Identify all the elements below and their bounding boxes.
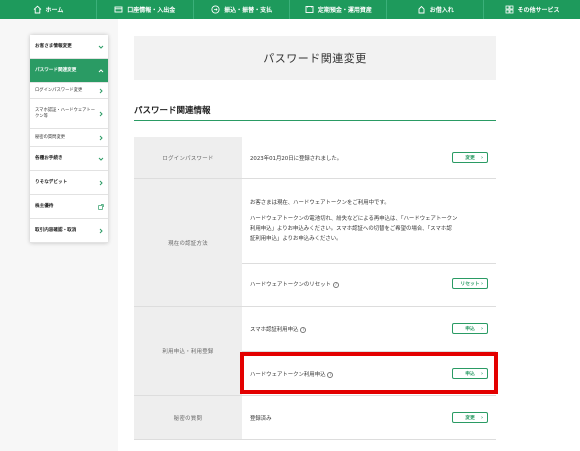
chevron-right-icon: ›: [480, 326, 483, 332]
services-icon: [505, 5, 514, 14]
sidebar-item-password[interactable]: パスワード関連変更: [30, 59, 108, 83]
transfer-icon: [211, 5, 220, 14]
secret-question-status: 登録済み: [250, 416, 272, 422]
token-reset-cell: ハードウェアトークンのリセット? リセット ›: [242, 264, 496, 307]
nav-account[interactable]: 口座情報・入出金: [97, 0, 194, 19]
chevron-down-icon: [98, 44, 104, 50]
button-label: 変更: [465, 416, 475, 421]
chevron-right-icon: ›: [480, 281, 483, 287]
nav-transfer-label: 振込・振替・支払: [224, 7, 273, 14]
chevron-right-icon: [98, 135, 104, 141]
row-cell: 2023年01月20日に登録されました。 変更 ›: [242, 137, 496, 179]
chevron-right-icon: [98, 228, 104, 234]
auth-note-line-2: 利用申込」よりお申込みください。スマホ認証への切替をご希望の場合、「スマホ認: [250, 226, 452, 232]
row-cell: 登録済み 変更 ›: [242, 396, 496, 440]
smartphone-auth-text: スマホ認証利用申込: [250, 327, 299, 333]
auth-status-cell: お客さまは現在、ハードウェアトークンをご利用中です。 ハードウェアトークンの電池…: [242, 179, 496, 264]
sidebar-item-debit[interactable]: りそなデビット: [30, 171, 108, 195]
nav-home[interactable]: ホーム: [0, 0, 97, 19]
chevron-right-icon: [98, 180, 104, 186]
nav-account-label: 口座情報・入出金: [127, 7, 176, 14]
chevron-down-icon: [98, 156, 104, 162]
button-label: 変更: [465, 156, 475, 161]
nav-home-label: ホーム: [45, 7, 64, 14]
table-row-secret-question: 秘密の質問 登録済み 変更 ›: [134, 396, 496, 440]
table-row-auth-method: 現在の認証方法 お客さまは現在、ハードウェアトークンをご利用中です。 ハードウェ…: [134, 179, 496, 307]
chevron-right-icon: [98, 88, 104, 94]
token-reset-label: ハードウェアトークンのリセット?: [250, 280, 339, 288]
sidebar-item-label: 取引内容確認・取消: [35, 227, 77, 233]
row-header: 利用申込・利用登録: [134, 307, 242, 395]
smartphone-auth-label: スマホ認証利用申込?: [250, 325, 307, 333]
row-header: 秘密の質問: [134, 396, 242, 439]
sidebar-menu: お客さま情報変更 パスワード関連変更 ログインパスワード変更 スマホ認証・ハード…: [30, 35, 108, 243]
nav-loan[interactable]: お借入れ: [387, 0, 485, 19]
change-secret-question-button[interactable]: 変更 ›: [452, 412, 488, 423]
row-header: ログインパスワード: [134, 137, 242, 178]
nav-services-label: その他サービス: [517, 7, 560, 14]
section-divider: [134, 120, 496, 121]
help-icon[interactable]: ?: [300, 326, 307, 333]
external-link-icon: [98, 203, 104, 210]
sidebar-item-shareholder[interactable]: 株主優待: [30, 195, 108, 219]
chevron-up-icon: [98, 68, 104, 74]
change-login-password-button[interactable]: 変更 ›: [452, 152, 488, 163]
sidebar-subitem-secret-question[interactable]: 秘密の質問変更: [30, 129, 108, 147]
sidebar-item-label: 株主優待: [35, 203, 54, 209]
loan-icon: [417, 5, 426, 14]
sidebar-item-procedures[interactable]: 各種お手続き: [30, 147, 108, 171]
button-label: 申込: [465, 327, 475, 332]
nav-transfer[interactable]: 振込・振替・支払: [194, 0, 291, 19]
nav-deposit-label: 定期預金・運用資産: [317, 7, 372, 14]
row-header: 現在の認証方法: [134, 179, 242, 306]
sidebar-item-label: パスワード関連変更: [35, 67, 77, 73]
section-title: パスワード関連情報: [134, 106, 211, 116]
nav-services[interactable]: その他サービス: [484, 0, 580, 19]
sidebar-subitem-smartphone-auth[interactable]: スマホ認証・ハードウェアトークン等: [30, 99, 108, 129]
chevron-right-icon: ›: [480, 415, 483, 421]
deposit-icon: [305, 5, 314, 14]
sidebar-item-transactions[interactable]: 取引内容確認・取消: [30, 219, 108, 243]
smartphone-auth-apply-button[interactable]: 申込 ›: [452, 323, 488, 334]
sidebar-item-label: ログインパスワード変更: [35, 87, 83, 93]
login-password-registered-text: 2023年01月20日に登録されました。: [250, 156, 343, 162]
sidebar-item-label: お客さま情報変更: [35, 43, 72, 49]
account-icon: [114, 5, 123, 14]
page-title: パスワード関連変更: [134, 36, 496, 80]
sidebar-subitem-login-password[interactable]: ログインパスワード変更: [30, 83, 108, 99]
help-icon[interactable]: ?: [332, 281, 339, 288]
button-label: リセット: [460, 282, 480, 287]
auth-note-line-3: 証利用申込」よりお申込みください。: [250, 236, 342, 242]
home-icon: [33, 5, 42, 14]
sidebar-item-label: りそなデビット: [35, 179, 68, 185]
nav-deposit[interactable]: 定期預金・運用資産: [290, 0, 388, 19]
sidebar-item-label: スマホ認証・ハードウェアトークン等: [35, 107, 96, 119]
table-row-login-password: ログインパスワード 2023年01月20日に登録されました。 変更 ›: [134, 137, 496, 179]
token-reset-text: ハードウェアトークンのリセット: [250, 282, 331, 288]
highlight-box: [240, 352, 498, 394]
top-navigation: ホーム 口座情報・入出金 振込・振替・支払 定期預金・運用資産 お借入れ その他…: [0, 0, 580, 19]
sidebar-item-label: 秘密の質問変更: [35, 134, 66, 140]
chevron-right-icon: ›: [480, 155, 483, 161]
auth-note-line-1: ハードウェアトークンの電池切れ、紛失などによる再申込は、「ハードウェアトークン: [250, 216, 458, 222]
chevron-right-icon: [98, 111, 104, 117]
sidebar-item-label: 各種お手続き: [35, 155, 63, 161]
token-reset-button[interactable]: リセット ›: [452, 278, 488, 289]
smartphone-auth-cell: スマホ認証利用申込? 申込 ›: [242, 307, 496, 352]
auth-status-text: お客さまは現在、ハードウェアトークンをご利用中です。: [250, 200, 390, 206]
sidebar-item-customer-info[interactable]: お客さま情報変更: [30, 35, 108, 59]
nav-loan-label: お借入れ: [429, 7, 454, 14]
